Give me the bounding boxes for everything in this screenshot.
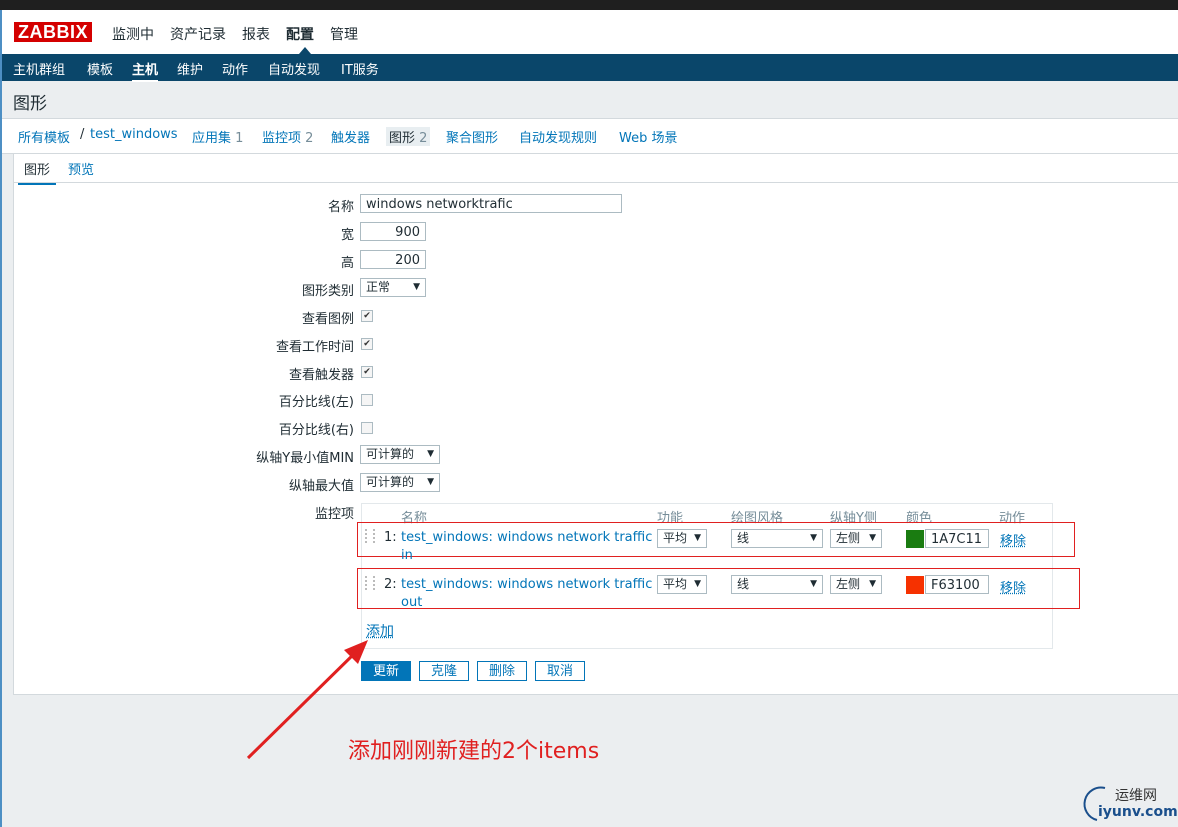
watermark-text-domain: iyunv.com bbox=[1098, 804, 1178, 820]
watermark-text-cn: 运维网 bbox=[1115, 788, 1157, 804]
annotation-arrow-icon bbox=[246, 640, 368, 760]
watermark-logo: 运维网 iyunv.com bbox=[1075, 780, 1178, 824]
annotation-text: 添加刚刚新建的2个items bbox=[348, 739, 600, 764]
